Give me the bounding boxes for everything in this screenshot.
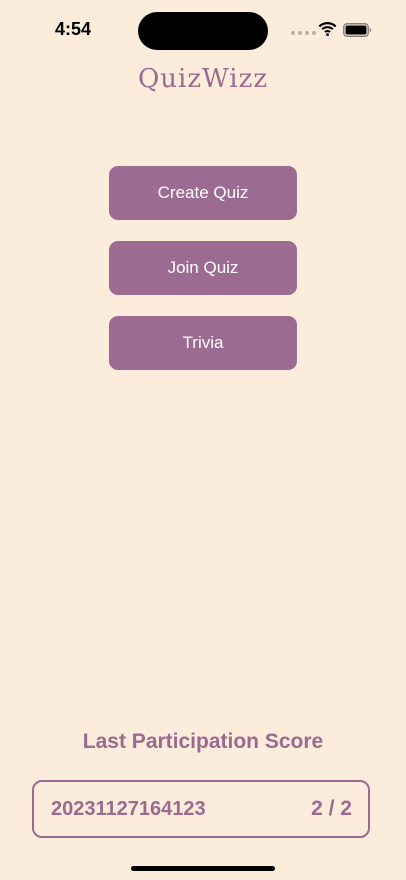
- home-screen: 4:54 QuizWizz Create Quiz Join Quiz Triv…: [0, 0, 406, 880]
- dynamic-island: [138, 12, 268, 50]
- app-title: QuizWizz: [137, 64, 269, 94]
- last-score-card[interactable]: 20231127164123 2 / 2: [32, 780, 370, 838]
- status-bar: 4:54: [0, 0, 406, 56]
- status-time: 4:54: [55, 19, 92, 39]
- wifi-icon: [318, 22, 337, 36]
- create-quiz-button[interactable]: Create Quiz: [109, 166, 297, 220]
- home-indicator[interactable]: [131, 866, 275, 871]
- score-heading: Last Participation Score: [82, 730, 324, 753]
- quiz-id: 20231127164123: [51, 797, 206, 820]
- signal-icon: [291, 31, 316, 35]
- score-value: 2 / 2: [311, 797, 352, 820]
- battery-icon: [343, 23, 372, 37]
- trivia-button[interactable]: Trivia: [109, 316, 297, 370]
- join-quiz-button[interactable]: Join Quiz: [109, 241, 297, 295]
